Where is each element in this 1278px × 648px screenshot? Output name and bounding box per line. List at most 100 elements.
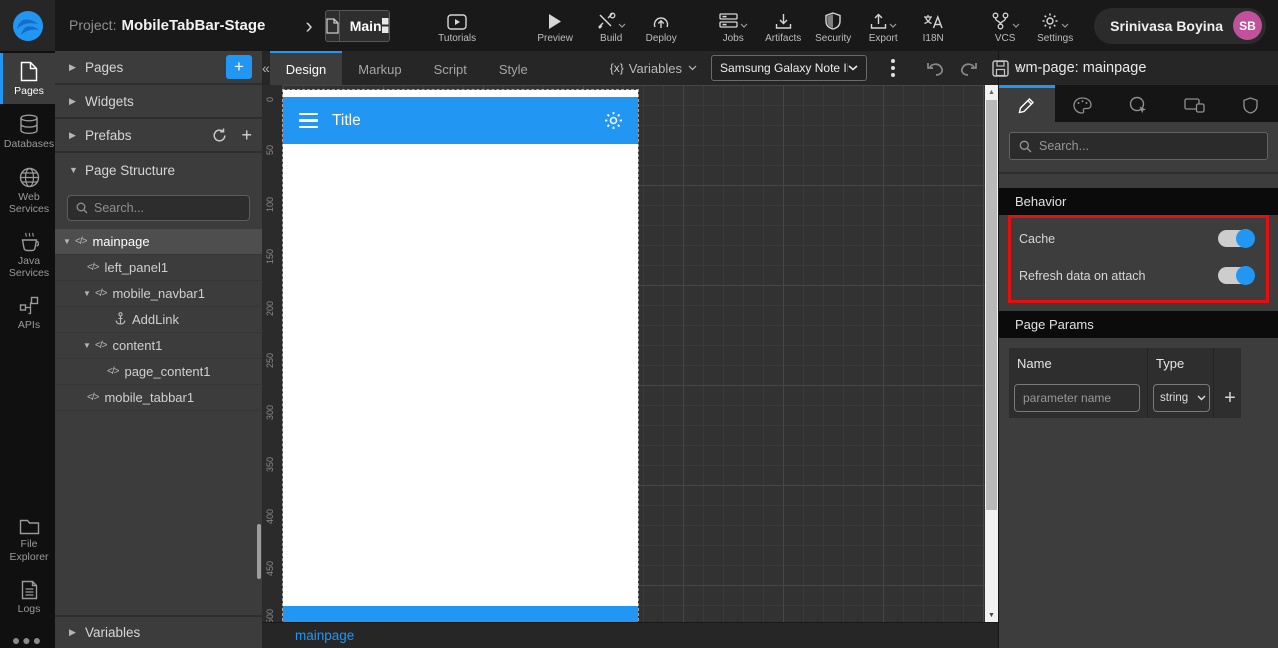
export-icon (870, 13, 887, 30)
redo-icon[interactable] (952, 61, 985, 76)
i18n-button[interactable]: I18N (912, 8, 954, 44)
variables-section-header[interactable]: ▶ Variables (55, 615, 262, 648)
add-param-button[interactable]: + (1219, 387, 1241, 410)
page-icon (326, 10, 340, 41)
tab-script[interactable]: Script (418, 51, 483, 85)
cache-row: Cache (1011, 220, 1266, 257)
page-selector[interactable]: Main (324, 9, 391, 42)
vcs-button[interactable]: VCS (984, 8, 1026, 44)
project-breadcrumb: Project: MobileTabBar-Stage (69, 17, 265, 34)
sidebar-item-pages[interactable]: Pages (0, 53, 55, 105)
pencil-icon (1018, 97, 1035, 113)
save-icon[interactable] (985, 59, 1016, 77)
properties-search-input[interactable] (1039, 139, 1239, 153)
build-button[interactable]: Build (590, 8, 632, 44)
wavemaker-logo[interactable] (0, 0, 55, 51)
tree-caret-icon[interactable]: ▼ (83, 289, 95, 298)
more-options-icon[interactable]: ●●● (0, 622, 55, 648)
sidebar-item-file-explorer[interactable]: File Explorer (0, 510, 55, 569)
hamburger-menu-icon[interactable] (299, 112, 318, 129)
tab-security[interactable] (1222, 85, 1278, 122)
page-params-header-row: Name Type (1009, 348, 1241, 378)
device-select[interactable]: Samsung Galaxy Note III (711, 55, 868, 81)
collapse-left-panel-icon[interactable]: « (262, 51, 270, 85)
tab-style[interactable]: Style (483, 51, 544, 85)
tab-properties[interactable] (999, 85, 1055, 122)
cache-toggle[interactable] (1218, 229, 1255, 248)
tree-caret-icon[interactable]: ▼ (63, 237, 75, 246)
collapse-right-panel-icon[interactable]: » (1016, 51, 1023, 85)
java-services-cup-icon (21, 232, 39, 252)
refresh-data-toggle[interactable] (1218, 266, 1255, 285)
grid-view-icon[interactable] (381, 18, 390, 33)
tutorials-button[interactable]: Tutorials (436, 8, 478, 44)
sidebar-item-logs[interactable]: Logs (0, 572, 55, 622)
canvas-scrollbar[interactable]: ▲ ▼ (985, 85, 998, 622)
widget-code-icon: </> (75, 236, 88, 247)
widget-code-icon: </> (95, 340, 108, 351)
pages-section-header[interactable]: ▶ Pages + (55, 51, 262, 85)
tree-item-content1[interactable]: ▼ </> content1 (55, 333, 262, 359)
properties-search-wrap (999, 122, 1278, 174)
widget-code-icon: </> (87, 392, 100, 403)
phone-tabbar[interactable] (283, 606, 638, 622)
pages-caret-icon: ▶ (69, 61, 76, 72)
more-actions-kebab-icon[interactable] (887, 59, 899, 77)
tree-item-mobile-navbar1[interactable]: ▼ </> mobile_navbar1 (55, 281, 262, 307)
sidebar-item-databases[interactable]: Databases (0, 106, 55, 157)
sidebar-item-web-services[interactable]: Web Services (0, 159, 55, 222)
phone-settings-gear-icon[interactable] (603, 110, 624, 131)
settings-caret-icon (1061, 23, 1069, 28)
sidebar-item-apis[interactable]: APIs (0, 288, 55, 338)
jobs-caret-icon (740, 23, 748, 28)
page-structure-search-input[interactable] (94, 201, 234, 215)
scroll-up-icon[interactable]: ▲ (985, 85, 998, 99)
prefabs-caret-icon: ▶ (69, 129, 76, 140)
tree-item-mainpage[interactable]: ▼ </> mainpage (55, 229, 262, 255)
canvas-scroll-thumb[interactable] (986, 100, 997, 510)
widget-code-icon: </> (87, 262, 100, 273)
tree-caret-icon[interactable]: ▼ (83, 341, 95, 350)
tab-markup[interactable]: Markup (342, 51, 417, 85)
widgets-section-header[interactable]: ▶ Widgets (55, 85, 262, 119)
tab-styles[interactable] (1055, 85, 1111, 122)
open-page-tab-mainpage[interactable]: mainpage (295, 628, 354, 643)
scroll-down-icon[interactable]: ▼ (985, 608, 998, 622)
page-structure-section-header[interactable]: ▼ Page Structure (55, 153, 262, 187)
add-prefab-icon[interactable]: + (241, 125, 252, 146)
undo-icon[interactable] (919, 61, 952, 76)
export-button[interactable]: Export (862, 8, 904, 44)
settings-button[interactable]: Settings (1034, 8, 1076, 44)
search-icon (1019, 140, 1032, 152)
prefabs-section-header[interactable]: ▶ Prefabs + (55, 119, 262, 153)
security-button[interactable]: Security (812, 8, 854, 44)
tree-item-mobile-tabbar1[interactable]: </> mobile_tabbar1 (55, 385, 262, 411)
add-page-button[interactable]: + (226, 55, 252, 79)
deploy-button[interactable]: Deploy (640, 8, 682, 44)
jobs-button[interactable]: Jobs (712, 8, 754, 44)
phone-mockup[interactable]: Title (282, 89, 639, 622)
top-bar: Project: MobileTabBar-Stage › Main Tutori… (0, 0, 1278, 51)
activity-bar: Pages Databases Web Services Java Servic… (0, 51, 55, 648)
variables-caret-icon (688, 65, 697, 71)
user-menu[interactable]: Srinivasa Boyina SB (1094, 7, 1266, 44)
tree-item-left-panel1[interactable]: </> left_panel1 (55, 255, 262, 281)
tab-devices[interactable] (1166, 85, 1222, 122)
preview-button[interactable]: Preview (534, 8, 576, 44)
tab-design[interactable]: Design (269, 51, 343, 85)
param-type-select[interactable]: string (1153, 384, 1210, 412)
phone-navbar[interactable]: Title (283, 97, 638, 144)
left-panel-scrollbar[interactable] (257, 524, 261, 579)
variables-dropdown[interactable]: {x} Variables (610, 51, 697, 85)
tree-item-addlink[interactable]: AddLink (55, 307, 262, 333)
sidebar-item-java-services[interactable]: Java Services (0, 224, 55, 286)
design-canvas[interactable]: 0 50 100 150 200 250 300 350 400 450 500… (262, 85, 998, 622)
page-structure-search-wrap (55, 187, 262, 229)
widget-code-icon: </> (107, 366, 120, 377)
artifacts-button[interactable]: Artifacts (762, 8, 804, 44)
tree-item-page-content1[interactable]: </> page_content1 (55, 359, 262, 385)
param-name-input[interactable] (1014, 384, 1140, 412)
tutorials-icon (447, 8, 467, 30)
refresh-prefabs-icon[interactable] (212, 128, 227, 143)
tab-events[interactable] (1111, 85, 1167, 122)
